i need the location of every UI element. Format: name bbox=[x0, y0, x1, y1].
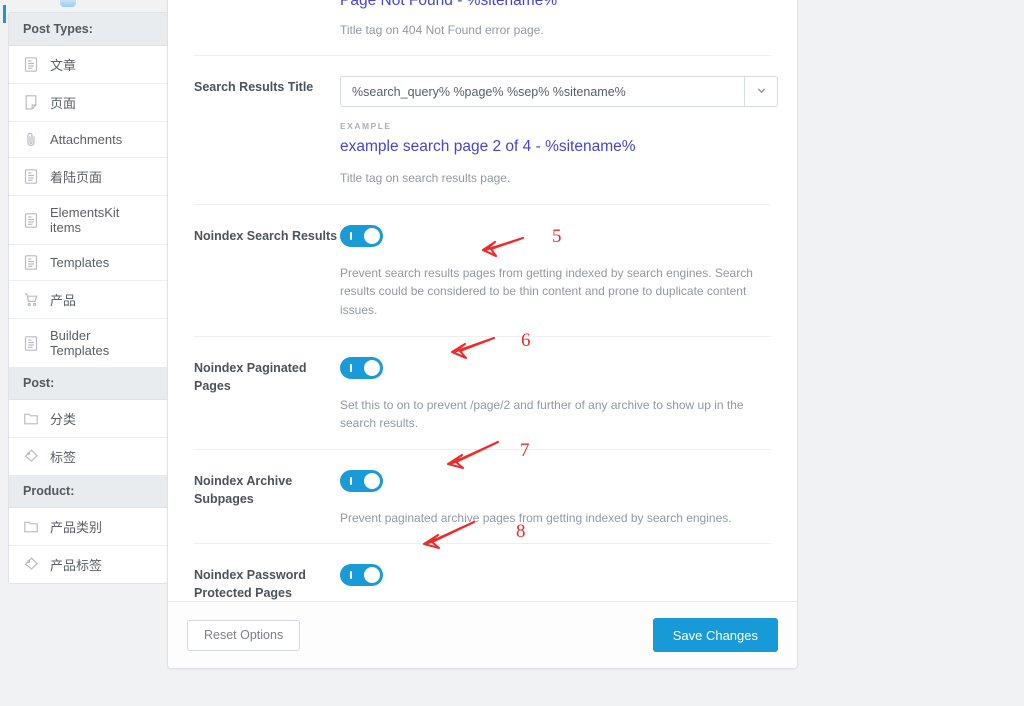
noindex-archive-subpages-label: Noindex Archive Subpages bbox=[194, 473, 293, 506]
document-icon bbox=[23, 168, 39, 185]
noindex-archive-subpages-help: Prevent paginated archive pages from get… bbox=[340, 510, 732, 525]
paperclip-icon bbox=[23, 131, 39, 148]
folder-icon bbox=[23, 518, 39, 535]
noindex-archive-subpages-toggle[interactable] bbox=[340, 469, 383, 492]
search-results-title-row: Search Results Title EXAMPLE example sea… bbox=[194, 55, 778, 204]
card-footer: Reset Options Save Changes bbox=[168, 601, 797, 668]
save-changes-button[interactable]: Save Changes bbox=[652, 618, 778, 652]
toggle-knob bbox=[364, 472, 380, 489]
sidebar-group-post: Post: 分类 标签 bbox=[9, 367, 167, 475]
sidebar-item-fenlei[interactable]: 分类 bbox=[9, 400, 167, 438]
sidebar-item-chanpin-leibie[interactable]: 产品类别 bbox=[9, 508, 167, 546]
noindex-paginated-pages-help: Set this to on to prevent /page/2 and fu… bbox=[340, 397, 744, 431]
app-screen: Post Types: 文章 页面 Attachments 着陆页面 Eleme… bbox=[0, 0, 1024, 706]
example-label: EXAMPLE bbox=[340, 121, 392, 131]
sidebar-item-label: 产品 bbox=[50, 293, 77, 308]
sidebar-group-title: Product: bbox=[9, 475, 167, 508]
sidebar-item-label: 页面 bbox=[50, 96, 77, 111]
search-results-title-example: example search page 2 of 4 - %sitename% bbox=[340, 138, 636, 155]
toggle-knob bbox=[364, 227, 380, 244]
sidebar-item-chanpin[interactable]: 产品 bbox=[9, 281, 167, 319]
sidebar-item-templates[interactable]: Templates bbox=[9, 245, 167, 281]
tag-icon bbox=[23, 448, 39, 465]
noindex-search-results-help: Prevent search results pages from gettin… bbox=[340, 265, 753, 317]
sidebar-item-label: 着陆页面 bbox=[50, 170, 103, 185]
toggle-bar-icon bbox=[350, 231, 352, 240]
page-not-found-example: Page Not Found - %sitename% bbox=[340, 0, 558, 9]
sidebar-item-yemian[interactable]: 页面 bbox=[9, 84, 167, 122]
sidebar-group-product: Product: 产品类别 产品标签 bbox=[9, 475, 167, 583]
post-types-sidebar: Post Types: 文章 页面 Attachments 着陆页面 Eleme… bbox=[8, 12, 168, 584]
annotation-number-6: 6 bbox=[521, 330, 531, 351]
sidebar-item-zhuoluyemian[interactable]: 着陆页面 bbox=[9, 158, 167, 196]
toggle-knob bbox=[364, 359, 380, 376]
sidebar-item-label: Attachments bbox=[50, 132, 123, 147]
chevron-down-icon bbox=[756, 83, 767, 101]
sidebar-item-label: Templates bbox=[50, 255, 110, 270]
sidebar-item-label: 文章 bbox=[50, 58, 77, 73]
toggle-bar-icon bbox=[350, 476, 352, 485]
sidebar-group-title: Post: bbox=[9, 367, 167, 400]
sidebar-item-elementskit-items[interactable]: ElementsKit items bbox=[9, 196, 167, 245]
reset-options-button[interactable]: Reset Options bbox=[187, 619, 301, 651]
sidebar-item-label: 产品标签 bbox=[50, 558, 103, 573]
sidebar-item-builder-templates[interactable]: Builder Templates bbox=[9, 319, 167, 367]
toggle-knob bbox=[364, 567, 380, 584]
sidebar-item-label: ElementsKit items bbox=[50, 205, 120, 235]
folder-icon bbox=[23, 410, 39, 427]
toggle-bar-icon bbox=[350, 571, 352, 580]
sidebar-group-title: Post Types: bbox=[9, 13, 167, 46]
sidebar-item-wenzhang[interactable]: 文章 bbox=[9, 46, 167, 84]
document-icon bbox=[23, 212, 39, 229]
search-results-title-input[interactable] bbox=[340, 76, 744, 107]
noindex-search-results-toggle[interactable] bbox=[340, 224, 383, 247]
top-cutoff-icon bbox=[60, 0, 76, 7]
sidebar-item-label: Builder Templates bbox=[50, 328, 110, 358]
document-icon bbox=[23, 254, 39, 271]
search-results-title-dropdown-button[interactable] bbox=[744, 76, 778, 107]
search-results-title-field bbox=[340, 76, 778, 107]
noindex-paginated-pages-row: Noindex Paginated Pages Set this to on t… bbox=[194, 335, 771, 449]
noindex-paginated-pages-label: Noindex Paginated Pages bbox=[194, 360, 307, 393]
cart-icon bbox=[23, 291, 39, 308]
noindex-password-protected-toggle[interactable] bbox=[340, 564, 383, 587]
document-icon bbox=[23, 56, 39, 73]
sidebar-item-label: 标签 bbox=[50, 450, 77, 465]
tag-icon bbox=[23, 556, 39, 573]
sidebar-group-post-types: Post Types: 文章 页面 Attachments 着陆页面 Eleme… bbox=[9, 13, 167, 367]
page-icon bbox=[23, 94, 39, 111]
search-results-title-help: Title tag on search results page. bbox=[340, 171, 511, 186]
annotation-number-5: 5 bbox=[552, 226, 562, 247]
document-icon bbox=[23, 335, 39, 352]
left-accent-bar bbox=[3, 5, 6, 23]
annotation-number-8: 8 bbox=[516, 521, 526, 542]
seo-settings-card: EXAMPLE Page Not Found - %sitename% Titl… bbox=[167, 0, 798, 669]
sidebar-item-label: 产品类别 bbox=[50, 520, 103, 535]
sidebar-item-attachments[interactable]: Attachments bbox=[9, 122, 167, 158]
noindex-paginated-pages-toggle[interactable] bbox=[340, 356, 383, 379]
noindex-archive-subpages-row: Noindex Archive Subpages Prevent paginat… bbox=[194, 448, 771, 544]
sidebar-item-chanpin-biaoqian[interactable]: 产品标签 bbox=[9, 546, 167, 583]
page-not-found-row: EXAMPLE Page Not Found - %sitename% Titl… bbox=[194, 0, 771, 55]
sidebar-item-biaoqian[interactable]: 标签 bbox=[9, 438, 167, 475]
annotation-number-7: 7 bbox=[520, 440, 530, 461]
noindex-search-results-label: Noindex Search Results bbox=[194, 228, 338, 243]
page-not-found-help: Title tag on 404 Not Found error page. bbox=[340, 23, 544, 37]
toggle-bar-icon bbox=[350, 363, 352, 372]
search-results-title-label: Search Results Title bbox=[194, 80, 314, 94]
noindex-search-results-row: Noindex Search Results Prevent search re… bbox=[194, 203, 771, 336]
sidebar-item-label: 分类 bbox=[50, 412, 77, 427]
